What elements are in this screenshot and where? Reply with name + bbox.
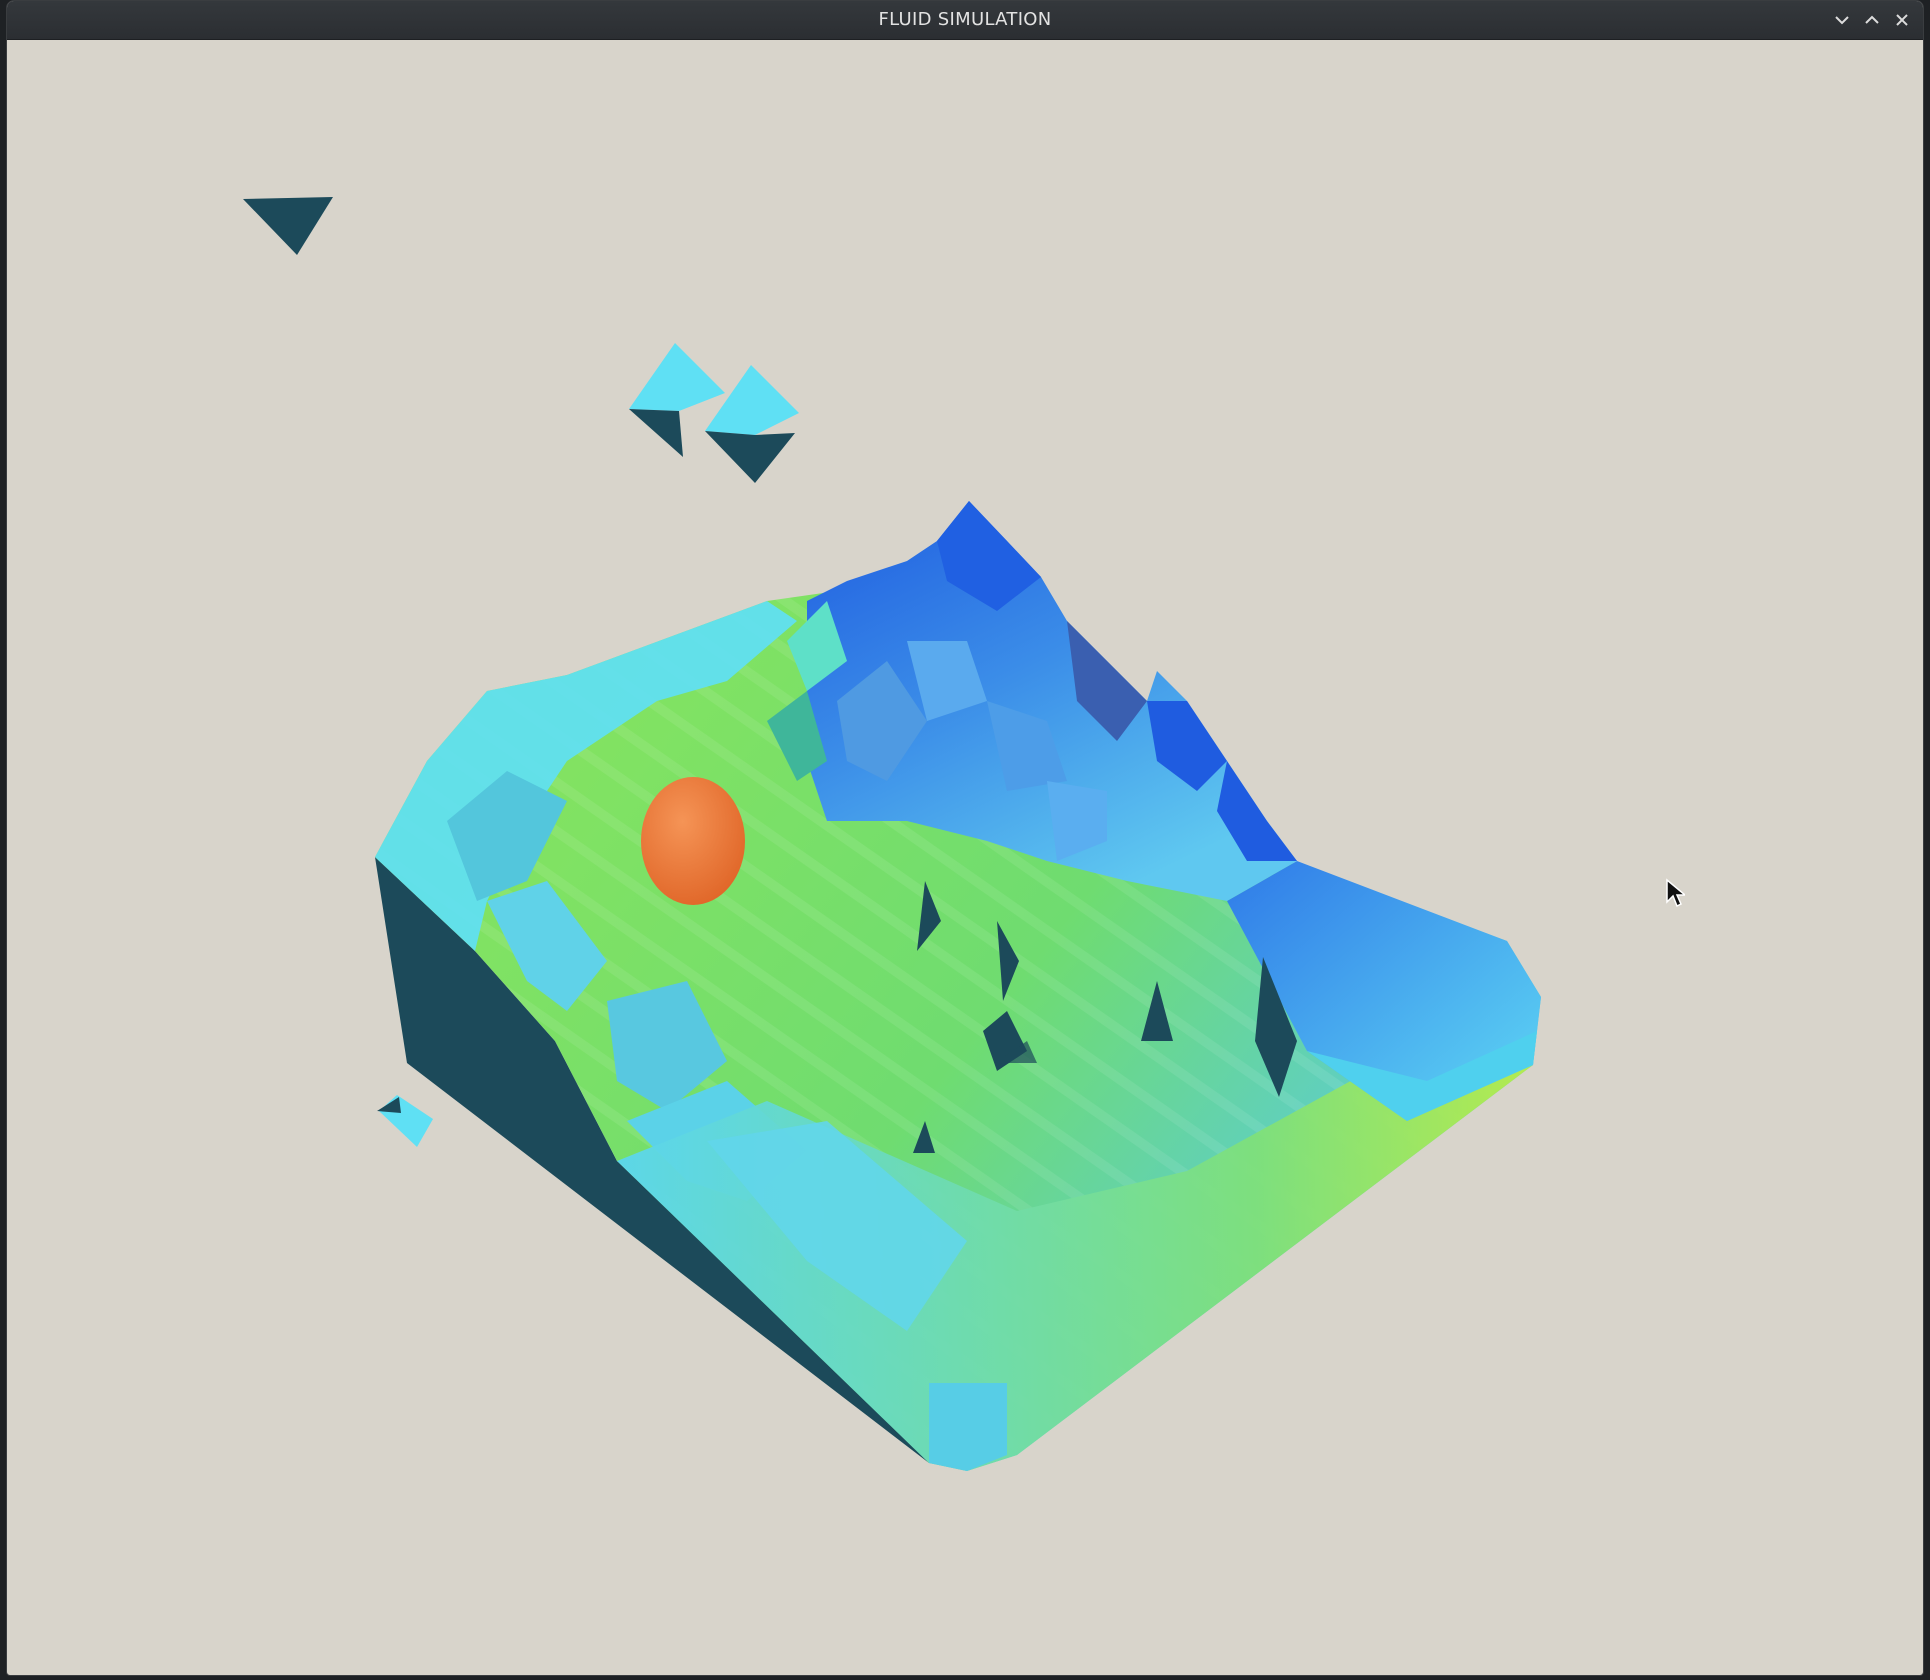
- chevron-down-icon: [1835, 16, 1849, 25]
- chevron-up-icon: [1865, 15, 1879, 24]
- window-title: FLUID SIMULATION: [878, 9, 1052, 30]
- close-icon: [1896, 14, 1908, 26]
- close-button[interactable]: [1887, 5, 1917, 35]
- maximize-button[interactable]: [1857, 5, 1887, 35]
- mouse-pointer-icon: [1666, 878, 1685, 908]
- fluid-mesh: [375, 501, 1541, 1471]
- title-bar[interactable]: FLUID SIMULATION: [7, 1, 1923, 40]
- window-controls: [1827, 1, 1917, 39]
- scene-canvas[interactable]: [7, 39, 1923, 1675]
- orange-sphere: [641, 777, 745, 905]
- app-window: FLUID SIMULATION: [6, 0, 1924, 1676]
- render-viewport[interactable]: [7, 39, 1923, 1675]
- minimize-button[interactable]: [1827, 5, 1857, 35]
